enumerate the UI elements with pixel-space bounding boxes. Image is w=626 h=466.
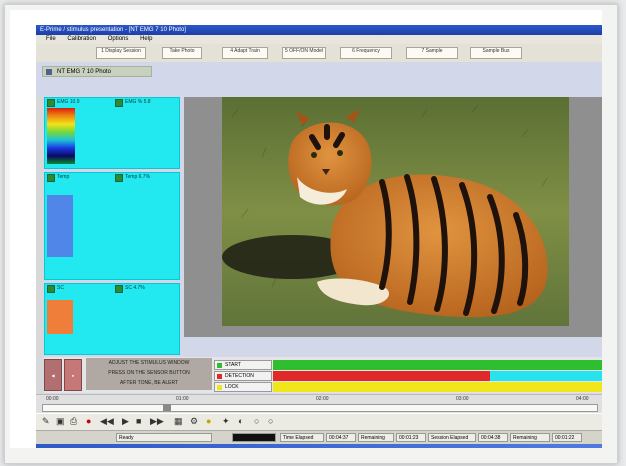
temp-percent-check-icon[interactable] (115, 174, 123, 182)
sc-percent-label: SC 4.7% (125, 285, 145, 291)
temp-bar (47, 195, 73, 257)
track-start-label: START (214, 360, 272, 370)
temp-percent-label: Temp 6.7% (125, 174, 151, 180)
off-on-model-button[interactable]: 5 OFF/ON Model (282, 47, 326, 59)
temp-label: Temp (57, 174, 70, 180)
window-title: E-Prime / stimulus presentation - [NT EM… (40, 27, 186, 33)
instruction-line-3: AFTER TONE, BE ALERT (119, 380, 179, 386)
taskbar (36, 444, 602, 448)
timeline-scrubber[interactable] (42, 404, 598, 412)
track-lock-text: LOCK (225, 384, 239, 390)
status-time-elapsed-label: Time Elapsed (280, 433, 324, 442)
print-icon[interactable]: ⎙ (70, 417, 77, 426)
left-arrow-button[interactable]: ◀ (44, 359, 62, 391)
circle-icon-2[interactable]: ○ (268, 417, 273, 426)
status-black-cell (232, 433, 276, 442)
timeline-label-2: 02:00 (316, 396, 329, 402)
emg-percent-label: EMG % 5.8 (125, 99, 151, 105)
track-lock-fill (273, 382, 602, 392)
left-scroll-strip[interactable] (36, 97, 43, 402)
status-session-elapsed-label: Session Elapsed (428, 433, 476, 442)
emg-panel-header: EMG 10.9 EMG % 5.8 (45, 98, 179, 107)
start-swatch (217, 363, 222, 368)
status-remaining-value-2: 00:01:22 (552, 433, 582, 442)
play-icon[interactable]: ▶ (122, 417, 129, 426)
sample-button[interactable]: 7 Sample (406, 47, 458, 59)
track-detection (273, 371, 602, 381)
timeline: 00:00 01:00 02:00 03:00 04:00 (36, 394, 602, 413)
take-photo-button[interactable]: Take Photo (162, 47, 202, 59)
track-detection-label: DETECTION (214, 371, 272, 381)
tiger-photo-icon (46, 69, 52, 75)
status-remaining-value: 00:01:23 (396, 433, 426, 442)
record-button[interactable]: ● (64, 359, 82, 391)
instruction-panel: ADJUST THE STIMULUS WINDOW PRESS ON THE … (86, 358, 212, 390)
sc-percent-check-icon[interactable] (115, 285, 123, 293)
display-session-button[interactable]: 1 Display Session (96, 47, 146, 59)
stop-icon[interactable]: ■ (136, 417, 141, 426)
emg-panel: EMG 10.9 EMG % 5.8 (44, 97, 180, 169)
track-lock (273, 382, 602, 392)
track-start-text: START (225, 362, 241, 368)
track-start-fill (273, 360, 602, 370)
instruction-line-1: ADJUST THE STIMULUS WINDOW (108, 360, 190, 366)
status-remaining-label: Remaining (358, 433, 394, 442)
emg-percent-check-icon[interactable] (115, 99, 123, 107)
status-bar: Ready Time Elapsed 00:04:37 Remaining 00… (36, 430, 602, 445)
temp-panel-header: Temp Temp 6.7% (45, 173, 179, 182)
open-icon[interactable]: ✎ (42, 417, 50, 426)
settings-icon[interactable]: ⚙ (190, 417, 198, 426)
menu-file[interactable]: File (46, 36, 56, 42)
frequency-button[interactable]: 6 Frequency (340, 47, 392, 59)
save-icon[interactable]: ▣ (56, 417, 65, 426)
status-time-elapsed-value: 00:04:37 (326, 433, 356, 442)
timeline-label-3: 03:00 (456, 396, 469, 402)
status-remaining-label-2: Remaining (510, 433, 550, 442)
temp-panel: Temp Temp 6.7% (44, 172, 180, 280)
timeline-label-0: 00:00 (46, 396, 59, 402)
record-icon[interactable]: ● (86, 417, 91, 426)
adapt-train-button[interactable]: 4 Adapt Train (222, 47, 268, 59)
track-detection-text: DETECTION (225, 373, 254, 379)
sc-label: SC (57, 285, 64, 291)
emg-label: EMG 10.9 (57, 99, 80, 105)
content-header-label: NT EMG 7 10 Photo (57, 69, 111, 75)
sc-bar (47, 300, 73, 334)
window-titlebar: E-Prime / stimulus presentation - [NT EM… (36, 25, 602, 35)
emg-rainbow-scale (47, 108, 75, 164)
menu-options[interactable]: Options (108, 36, 129, 42)
grid-icon[interactable]: ▦ (174, 417, 183, 426)
tiger-illustration (222, 97, 569, 326)
forward-icon[interactable]: ▶▶ (150, 417, 164, 426)
sc-panel: SC SC 4.7% (44, 283, 180, 355)
toolbar: 1 Display Session Take Photo 4 Adapt Tra… (36, 44, 602, 63)
temp-check-icon[interactable] (47, 174, 55, 182)
detection-swatch (217, 374, 222, 379)
menu-help[interactable]: Help (140, 36, 152, 42)
instruction-line-2: PRESS ON THE SENSOR BUTTON (108, 370, 190, 376)
timeline-label-1: 01:00 (176, 396, 189, 402)
track-start (273, 360, 602, 370)
lock-swatch (217, 385, 222, 390)
emg-check-icon[interactable] (47, 99, 55, 107)
sc-panel-header: SC SC 4.7% (45, 284, 179, 293)
tiger-photo (222, 97, 569, 326)
transport-controls: ✎ ▣ ⎙ ● ◀◀ ▶ ■ ▶▶ ▦ ⚙ ● ✦ ◐ ○ ○ (36, 414, 602, 430)
track-lock-label: LOCK (214, 382, 272, 392)
track-detection-fill (273, 371, 491, 381)
pin-icon[interactable]: ✦ (222, 417, 230, 426)
content-header: NT EMG 7 10 Photo (42, 66, 152, 77)
lamp-icon[interactable]: ● (206, 417, 211, 426)
status-session-elapsed-value: 00:04:38 (478, 433, 508, 442)
timeline-label-4: 04:00 (576, 396, 589, 402)
rewind-icon[interactable]: ◀◀ (100, 417, 114, 426)
sample-bus-button[interactable]: Sample Bus (470, 47, 522, 59)
timeline-thumb[interactable] (163, 404, 172, 411)
menu-bar: File Calibration Options Help (36, 35, 602, 44)
sc-check-icon[interactable] (47, 285, 55, 293)
tool-icon[interactable]: ◐ (238, 417, 243, 426)
status-ready: Ready (116, 433, 212, 442)
circle-icon[interactable]: ○ (254, 417, 259, 426)
menu-calibration[interactable]: Calibration (67, 36, 96, 42)
